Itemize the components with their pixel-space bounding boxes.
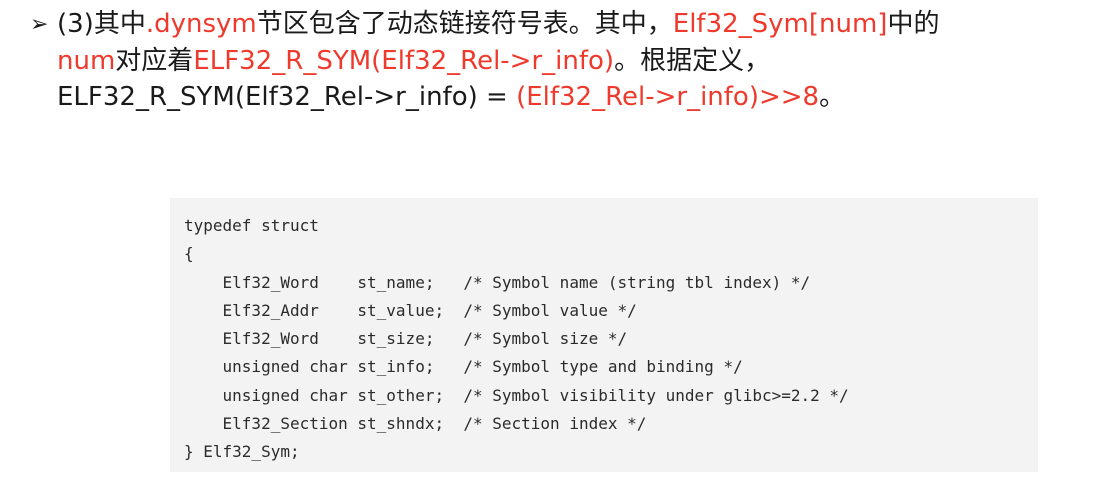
code-line: Elf32_Section st_shndx; /* Section index… bbox=[184, 414, 647, 434]
text-segment: 中的 bbox=[887, 9, 940, 39]
highlight-elf32-r-sym: ELF32_R_SYM(Elf32_Rel->r_info) bbox=[193, 46, 615, 76]
text-segment: 节区包含了动态链接符号表。其中， bbox=[256, 9, 673, 39]
bullet-paragraph: ➢ (3)其中.dynsym节区包含了动态链接符号表。其中，Elf32_Sym[n… bbox=[30, 6, 1105, 115]
code-line: unsigned char st_info; /* Symbol type an… bbox=[184, 357, 743, 377]
code-line: } Elf32_Sym; bbox=[184, 442, 300, 462]
text-segment: ELF32_R_SYM(Elf32_Rel->r_info) = bbox=[57, 82, 517, 112]
code-line: Elf32_Word st_size; /* Symbol size */ bbox=[184, 329, 628, 349]
slide: ➢ (3)其中.dynsym节区包含了动态链接符号表。其中，Elf32_Sym[n… bbox=[0, 0, 1113, 477]
text-segment: 。根据定义， bbox=[614, 46, 771, 76]
bullet-line-2: num对应着ELF32_R_SYM(Elf32_Rel->r_info)。根据定… bbox=[30, 43, 1105, 79]
text-segment: 。 bbox=[819, 82, 846, 112]
code-line: Elf32_Addr st_value; /* Symbol value */ bbox=[184, 300, 637, 320]
code-line: unsigned char st_other; /* Symbol visibi… bbox=[184, 385, 849, 405]
code-line: Elf32_Word st_name; /* Symbol name (stri… bbox=[184, 272, 811, 292]
highlight-elf32-sym-num: Elf32_Sym[num] bbox=[672, 9, 888, 39]
highlight-dynsym: .dynsym bbox=[145, 9, 257, 39]
bullet-line-3: ELF32_R_SYM(Elf32_Rel->r_info) = (Elf32_… bbox=[30, 79, 1105, 115]
code-line: typedef struct bbox=[184, 216, 319, 235]
highlight-num: num bbox=[57, 46, 116, 76]
bullet-line-1: ➢ (3)其中.dynsym节区包含了动态链接符号表。其中，Elf32_Sym[n… bbox=[30, 6, 1105, 43]
text-segment: 对应着 bbox=[115, 46, 194, 76]
highlight-shift-expression: (Elf32_Rel->r_info)>>8 bbox=[516, 82, 820, 112]
code-block: typedef struct { Elf32_Word st_name; /* S… bbox=[170, 198, 1038, 472]
arrow-bullet-icon: ➢ bbox=[30, 12, 49, 37]
text-segment: (3)其中 bbox=[57, 9, 146, 39]
code-line: { bbox=[184, 244, 194, 264]
code-listing: typedef struct { Elf32_Word st_name; /* S… bbox=[184, 212, 849, 467]
